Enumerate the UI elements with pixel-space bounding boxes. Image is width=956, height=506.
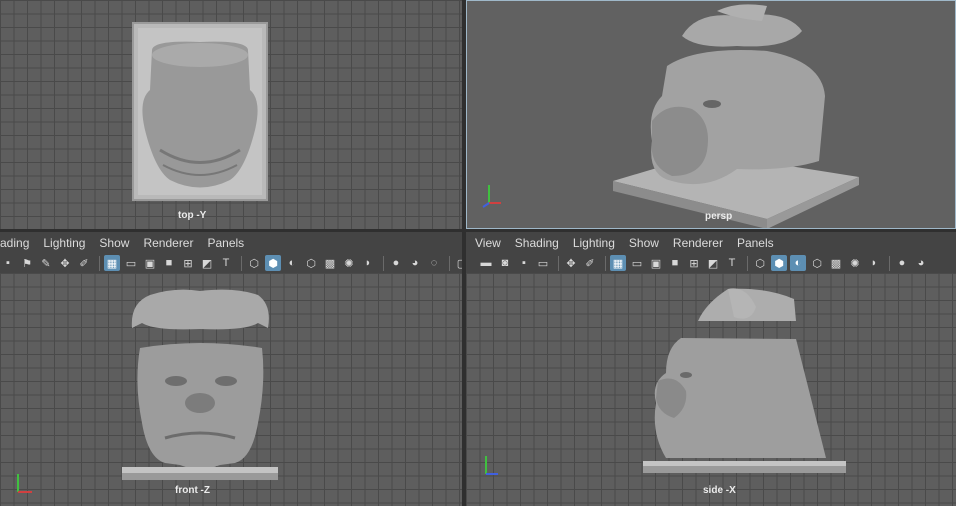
select-camera-icon[interactable]: ▬ (478, 255, 494, 271)
toolbar-separator (558, 255, 559, 271)
viewport-persp[interactable]: persp (466, 0, 956, 229)
xray-icon[interactable]: ⬡ (809, 255, 825, 271)
resolution-gate-icon[interactable]: ▣ (142, 255, 158, 271)
menu-show[interactable]: Show (92, 236, 136, 250)
ambient-occlusion-icon[interactable]: ● (894, 255, 910, 271)
grid-icon[interactable]: ▦ (104, 255, 120, 271)
menu-show[interactable]: Show (622, 236, 666, 250)
toolbar-separator (99, 255, 100, 271)
textured-icon[interactable]: ▩ (828, 255, 844, 271)
toolbar-separator (383, 255, 384, 271)
toolbar-separator (241, 255, 242, 271)
panel-menubar-right: View Shading Lighting Show Renderer Pane… (466, 232, 956, 254)
axis-gizmo-side (485, 456, 498, 475)
panel-menubar-left: ading Lighting Show Renderer Panels (0, 232, 462, 254)
viewport-label-front: front -Z (175, 485, 210, 496)
gate-mask-icon[interactable]: ■ (667, 255, 683, 271)
menu-renderer[interactable]: Renderer (666, 236, 730, 250)
marker-icon[interactable]: ▪ (0, 255, 16, 271)
smooth-shade-icon[interactable]: ⬢ (265, 255, 281, 271)
bookmark-icon[interactable]: ⚑ (19, 255, 35, 271)
toolbar-separator (889, 255, 890, 271)
shadows-icon[interactable]: ◗ (866, 255, 882, 271)
grid-icon[interactable]: ▦ (610, 255, 626, 271)
safe-title-icon[interactable]: T (218, 255, 234, 271)
paint-icon[interactable]: ✐ (76, 255, 92, 271)
safe-title-icon[interactable]: T (724, 255, 740, 271)
shade-wire-icon[interactable]: ◐ (284, 255, 300, 271)
gate-mask-icon[interactable]: ■ (161, 255, 177, 271)
menu-view[interactable]: View (468, 236, 508, 250)
axis-gizmo-persp (482, 185, 501, 208)
axis-gizmo-front (17, 474, 32, 493)
film-gate-icon[interactable]: ▭ (629, 255, 645, 271)
shade-wire-icon[interactable]: ◐ (790, 255, 806, 271)
wireframe-icon[interactable]: ⬡ (752, 255, 768, 271)
safe-action-icon[interactable]: ◩ (199, 255, 215, 271)
isolate-icon[interactable]: ▢ (454, 255, 462, 271)
menu-lighting[interactable]: Lighting (36, 236, 92, 250)
menu-panels[interactable]: Panels (730, 236, 781, 250)
anti-alias-icon[interactable]: ◌ (426, 255, 442, 271)
film-gate-icon[interactable]: ▭ (123, 255, 139, 271)
viewport-label-side: side -X (703, 485, 736, 496)
move-tool-icon[interactable]: ✥ (57, 255, 73, 271)
model-top-view (132, 22, 268, 201)
lights-icon[interactable]: ✺ (341, 255, 357, 271)
menu-shading[interactable]: ading (0, 236, 36, 250)
menu-renderer[interactable]: Renderer (136, 236, 200, 250)
viewport-top[interactable]: top -Y (0, 0, 462, 229)
viewport-label-top: top -Y (178, 210, 207, 221)
camera-icon[interactable]: ◙ (497, 255, 513, 271)
viewport-side[interactable]: side -X (466, 273, 956, 506)
model-front-view (122, 289, 278, 480)
menu-panels[interactable]: Panels (200, 236, 251, 250)
shadows-icon[interactable]: ◗ (360, 255, 376, 271)
viewport-front[interactable]: front -Z (0, 273, 462, 506)
resolution-gate-icon[interactable]: ▣ (648, 255, 664, 271)
wireframe-icon[interactable]: ⬡ (246, 255, 262, 271)
lights-icon[interactable]: ✺ (847, 255, 863, 271)
model-persp-view (613, 4, 859, 228)
menu-lighting[interactable]: Lighting (566, 236, 622, 250)
motion-blur-icon[interactable]: ◕ (407, 255, 423, 271)
motion-blur-icon[interactable]: ◕ (913, 255, 929, 271)
toolbar-separator (747, 255, 748, 271)
xray-icon[interactable]: ⬡ (303, 255, 319, 271)
camera-attrib-icon[interactable]: ✎ (38, 255, 54, 271)
paint-icon[interactable]: ✐ (582, 255, 598, 271)
toolbar-separator (605, 255, 606, 271)
safe-action-icon[interactable]: ◩ (705, 255, 721, 271)
field-chart-icon[interactable]: ⊞ (180, 255, 196, 271)
viewport-label-persp: persp (705, 211, 733, 222)
lock-camera-icon[interactable]: ▪ (516, 255, 532, 271)
field-chart-icon[interactable]: ⊞ (686, 255, 702, 271)
toolbar-separator (449, 255, 450, 271)
panel-toolbar-left: ▪ ⚑ ✎ ✥ ✐ ▦ ▭ ▣ ■ ⊞ ◩ T ⬡ ⬢ ◐ ⬡ ▩ ✺ ◗ ● … (0, 253, 462, 273)
model-side-view (643, 288, 846, 473)
textured-icon[interactable]: ▩ (322, 255, 338, 271)
smooth-shade-icon[interactable]: ⬢ (771, 255, 787, 271)
panel-toolbar-right: ▬ ◙ ▪ ▭ ✥ ✐ ▦ ▭ ▣ ■ ⊞ ◩ T ⬡ ⬢ ◐ ⬡ ▩ ✺ ◗ … (466, 253, 956, 273)
ambient-occlusion-icon[interactable]: ● (388, 255, 404, 271)
move-tool-icon[interactable]: ✥ (563, 255, 579, 271)
menu-shading[interactable]: Shading (508, 236, 566, 250)
image-plane-icon[interactable]: ▭ (535, 255, 551, 271)
